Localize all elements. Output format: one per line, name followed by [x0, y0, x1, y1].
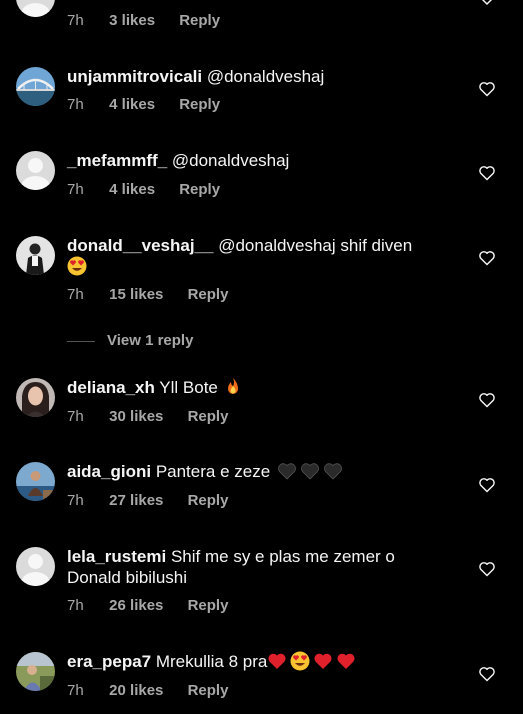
divider [67, 340, 95, 342]
comment-text: unjammitrovicali @donaldveshaj [67, 66, 447, 87]
avatar[interactable] [16, 0, 55, 17]
red-heart-emoji-icon [337, 653, 355, 669]
black-heart-emoji-icon [277, 463, 296, 480]
comment-meta: 7h 3 likes Reply [67, 12, 220, 30]
view-replies-label: View 1 reply [107, 332, 194, 349]
comment-text: era_pepa7 Mrekullia 8 pra [67, 651, 447, 672]
comment-time: 7h [67, 96, 84, 113]
heart-icon[interactable] [478, 666, 496, 682]
comment-username[interactable]: unjammitrovicali [67, 67, 202, 86]
comment-time: 7h [67, 12, 84, 29]
heart-icon[interactable] [478, 392, 496, 408]
comment-username[interactable]: lela_rustemi [67, 547, 166, 566]
comment-time: 7h [67, 408, 84, 425]
heart-icon[interactable] [478, 561, 496, 577]
avatar[interactable] [16, 378, 55, 417]
comment-meta: 7h 15 likes Reply [67, 286, 228, 304]
red-heart-emoji-icon [268, 653, 286, 669]
likes-count[interactable]: 20 likes [109, 682, 163, 700]
avatar[interactable] [16, 67, 55, 106]
avatar[interactable] [16, 652, 55, 691]
comment-time: 7h [67, 682, 84, 699]
likes-count[interactable]: 27 likes [109, 492, 163, 510]
fire-emoji-icon [227, 378, 238, 394]
heart-icon[interactable] [478, 477, 496, 493]
reply-button[interactable]: Reply [179, 12, 220, 30]
comment-body: Pantera e zeze [155, 462, 271, 481]
avatar[interactable] [16, 236, 55, 275]
comment-time: 7h [67, 181, 84, 198]
comment-time: 7h [67, 286, 84, 303]
avatar[interactable] [16, 547, 55, 586]
likes-count[interactable]: 4 likes [109, 96, 155, 114]
heart-eyes-emoji-icon [290, 651, 310, 671]
black-heart-emoji-icon [323, 463, 342, 480]
comment-time: 7h [67, 492, 84, 509]
comment-body: Mrekullia 8 pra [155, 652, 268, 671]
comment-meta: 7h 26 likes Reply [67, 597, 228, 615]
reply-button[interactable]: Reply [179, 181, 220, 199]
comment-username[interactable]: donald__veshaj__ [67, 236, 213, 255]
likes-count[interactable]: 3 likes [109, 12, 155, 30]
comment-meta: 7h 4 likes Reply [67, 96, 220, 114]
comment-username[interactable]: era_pepa7 [67, 652, 151, 671]
heart-icon[interactable] [478, 81, 496, 97]
reply-button[interactable]: Reply [188, 286, 229, 304]
comment-body: @donaldveshaj [206, 67, 325, 86]
comment-text: aida_gioni Pantera e zeze [67, 461, 447, 482]
reply-button[interactable]: Reply [188, 597, 229, 615]
comment-body: Yll Bote [159, 378, 218, 397]
black-heart-emoji-icon [300, 463, 319, 480]
comment-text: _mefammff_ @donaldveshaj [67, 150, 447, 171]
comment-text: lela_rustemi Shif me sy e plas me zemer … [67, 546, 447, 588]
likes-count[interactable]: 30 likes [109, 408, 163, 426]
heart-icon[interactable] [478, 250, 496, 266]
comment-text: donald__veshaj__ @donaldveshaj shif dive… [67, 235, 447, 277]
likes-count[interactable]: 4 likes [109, 181, 155, 199]
heart-eyes-emoji-icon [67, 256, 87, 276]
comment-username[interactable]: _mefammff_ [67, 151, 167, 170]
comment-meta: 7h 20 likes Reply [67, 682, 228, 700]
reply-button[interactable]: Reply [188, 492, 229, 510]
heart-icon[interactable] [478, 0, 496, 12]
comment-username[interactable]: deliana_xh [67, 378, 155, 397]
reply-button[interactable]: Reply [179, 96, 220, 114]
comment-username[interactable]: aida_gioni [67, 462, 151, 481]
comment-meta: 7h 4 likes Reply [67, 181, 220, 199]
avatar[interactable] [16, 462, 55, 501]
likes-count[interactable]: 15 likes [109, 286, 163, 304]
comment-body: @donaldveshaj shif diven [218, 236, 413, 255]
comment-meta: 7h 30 likes Reply [67, 408, 228, 426]
likes-count[interactable]: 26 likes [109, 597, 163, 615]
view-replies-button[interactable]: View 1 reply [67, 332, 193, 350]
reply-button[interactable]: Reply [188, 682, 229, 700]
red-heart-emoji-icon [314, 653, 332, 669]
comment-time: 7h [67, 597, 84, 614]
heart-icon[interactable] [478, 165, 496, 181]
comment-meta: 7h 27 likes Reply [67, 492, 228, 510]
reply-button[interactable]: Reply [188, 408, 229, 426]
comment-text: deliana_xh Yll Bote [67, 377, 447, 398]
comment-body: @donaldveshaj [171, 151, 290, 170]
avatar[interactable] [16, 151, 55, 190]
